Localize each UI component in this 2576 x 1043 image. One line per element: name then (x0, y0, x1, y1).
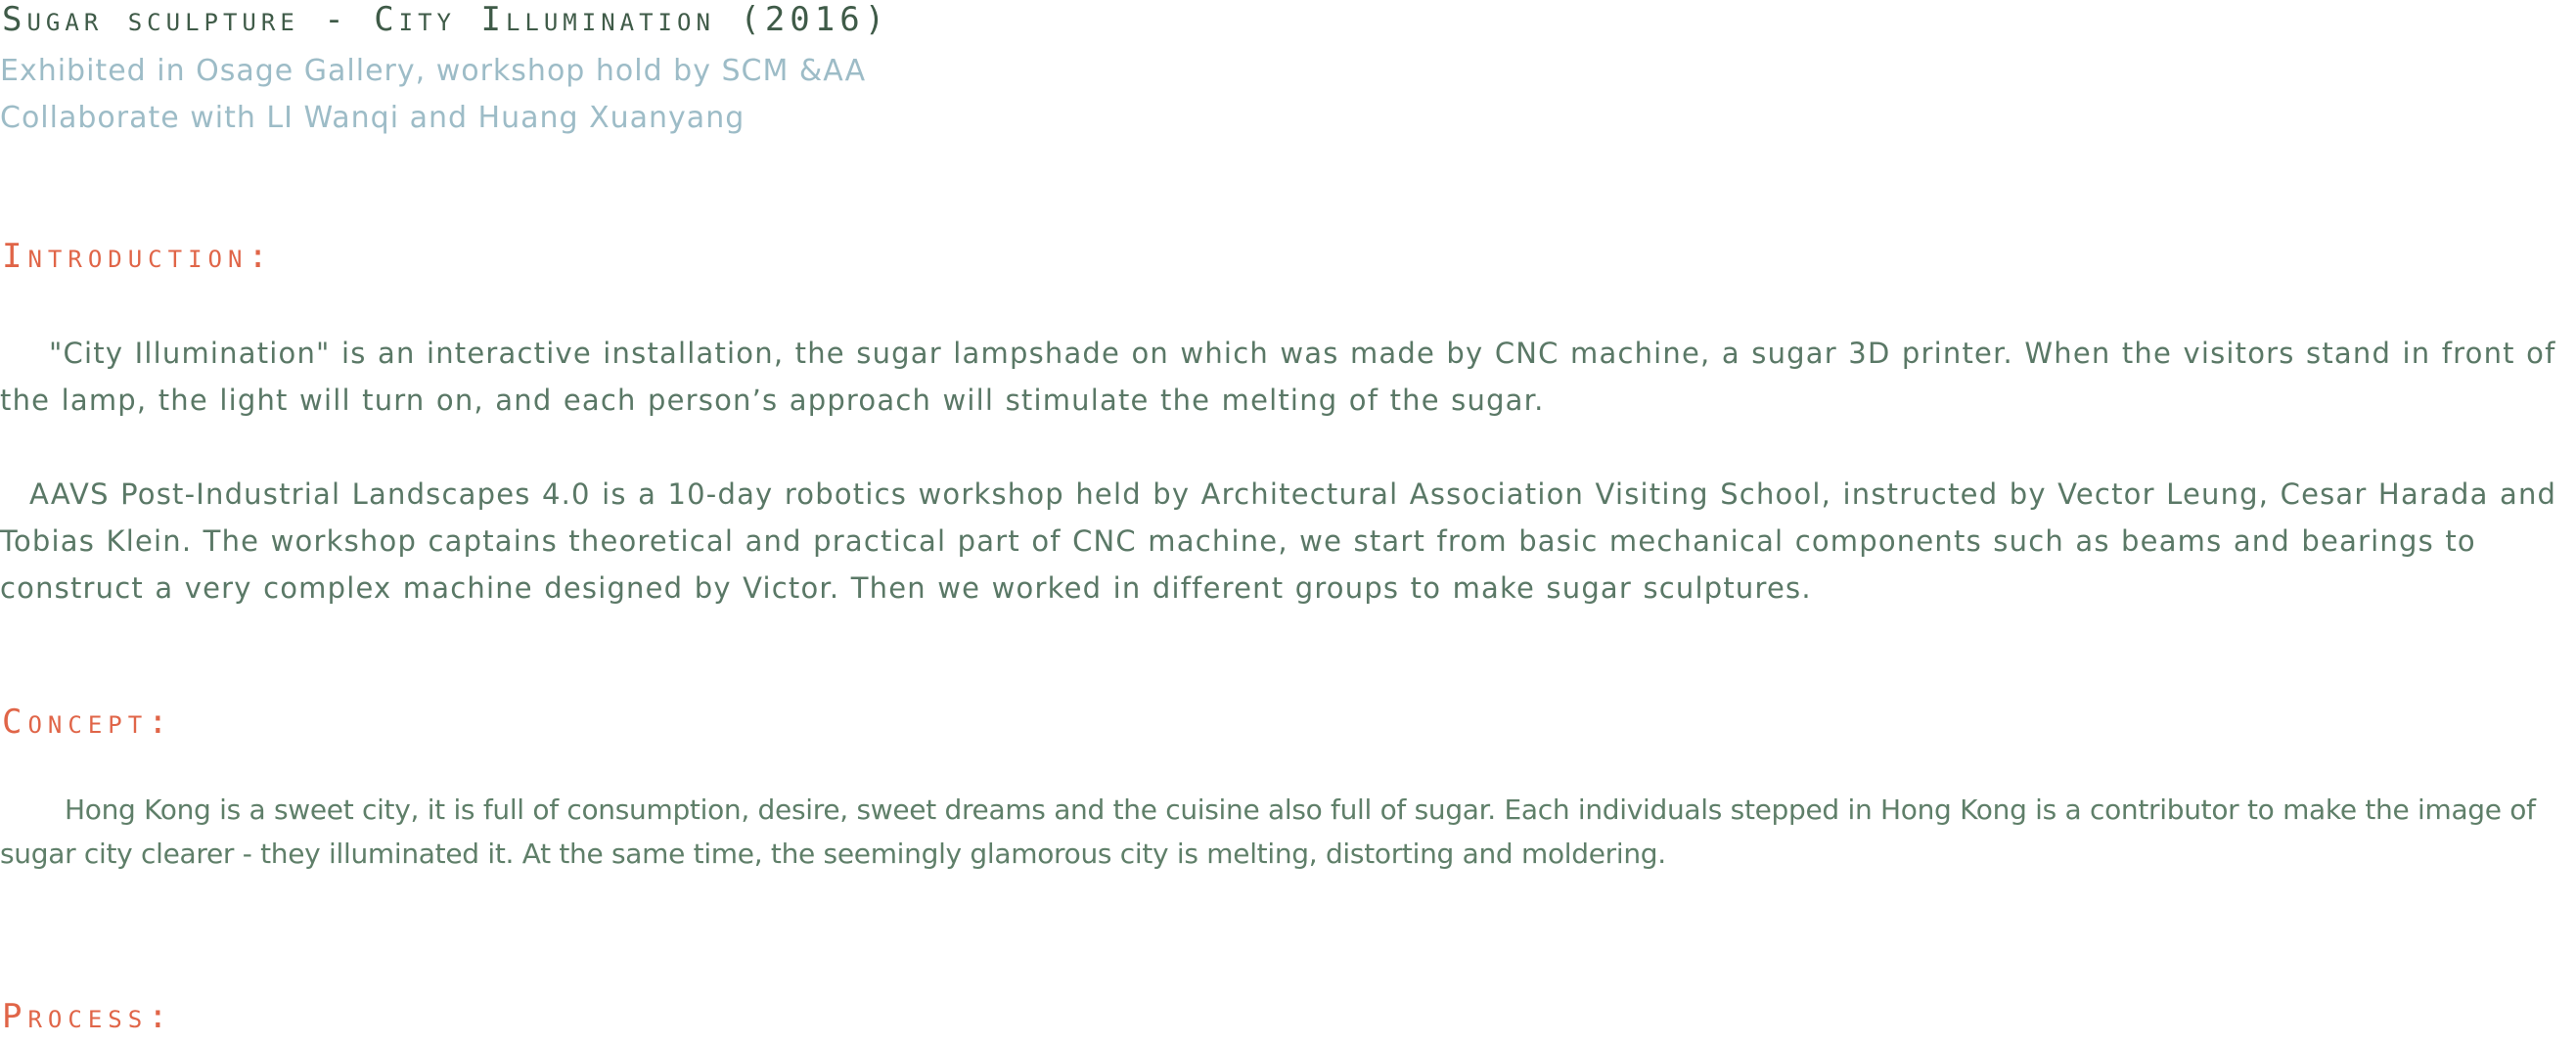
process-heading: Process: (2, 997, 174, 1036)
page: Sugar sculpture - City Illumination (201… (0, 0, 2576, 1043)
collaborators-info: Collaborate with LI Wanqi and Huang Xuan… (0, 101, 746, 135)
introduction-paragraph-2-text: AAVS Post-Industrial Landscapes 4.0 is a… (0, 477, 2557, 605)
introduction-paragraph-2: AAVS Post-Industrial Landscapes 4.0 is a… (0, 471, 2576, 612)
introduction-paragraph-1: "City Illumination" is an interactive in… (0, 330, 2576, 424)
exhibition-info: Exhibited in Osage Gallery, workshop hol… (0, 54, 867, 88)
concept-heading: Concept: (2, 703, 174, 742)
introduction-paragraph-1-text: "City Illumination" is an interactive in… (0, 337, 2556, 417)
page-title: Sugar sculpture - City Illumination (201… (2, 0, 890, 39)
concept-paragraph: Hong Kong is a sweet city, it is full of… (0, 788, 2576, 876)
introduction-heading: Introduction: (2, 237, 274, 276)
concept-paragraph-text: Hong Kong is a sweet city, it is full of… (0, 794, 2536, 870)
